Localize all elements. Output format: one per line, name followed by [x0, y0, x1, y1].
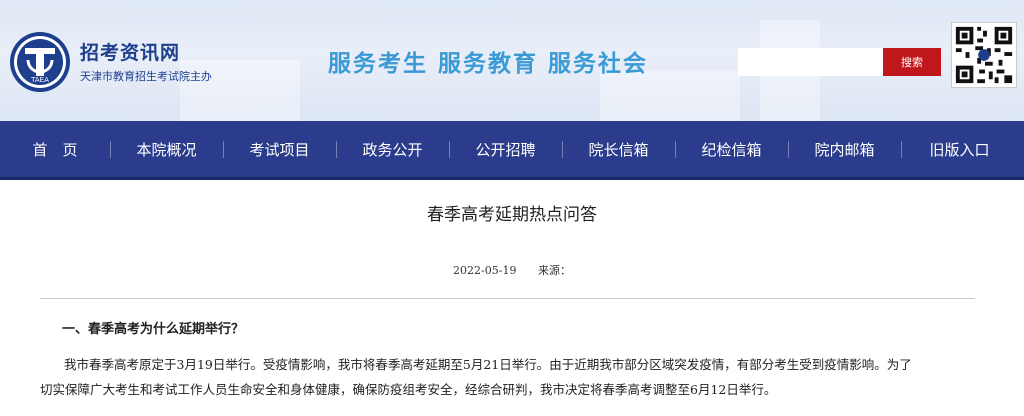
nav-item-about[interactable]: 本院概况 — [110, 120, 223, 179]
answer-paragraph: 我市春季高考原定于3月19日举行。受疫情影响，我市将春季高考延期至5月21日举行… — [40, 352, 985, 402]
nav-item-public-affairs[interactable]: 政务公开 — [336, 120, 449, 179]
nav-item-exams[interactable]: 考试项目 — [223, 120, 336, 179]
article-meta: 2022-05-19 来源： — [0, 262, 1024, 278]
logo-text: TAEA — [30, 76, 49, 84]
nav-item-home[interactable]: 首 页 — [0, 120, 110, 179]
question-heading: 一、春季高考为什么延期举行？ — [62, 322, 245, 337]
article-title: 春季高考延期热点问答 — [427, 205, 597, 225]
divider — [40, 298, 975, 299]
site-header: TAEA 招考资讯网 天津市教育招生考试院主办 服务考生 服务教育 服务社会 搜… — [0, 0, 1024, 121]
nav-item-internal-mail[interactable]: 院内邮箱 — [788, 120, 901, 179]
nav-item-recruitment[interactable]: 公开招聘 — [449, 120, 562, 179]
qr-code-icon — [951, 22, 1017, 88]
slogan: 服务考生 服务教育 服务社会 — [328, 50, 649, 77]
taea-logo-icon[interactable]: TAEA — [8, 30, 72, 94]
nav-item-discipline-mailbox[interactable]: 纪检信箱 — [675, 120, 788, 179]
paragraph-line: 我市春季高考原定于3月19日举行。受疫情影响，我市将春季高考延期至5月21日举行… — [64, 357, 912, 372]
nav-item-old-version[interactable]: 旧版入口 — [901, 120, 1018, 179]
nav-item-president-mailbox[interactable]: 院长信箱 — [562, 120, 675, 179]
paragraph-line: 切实保障广大考生和考试工作人员生命安全和身体健康，确保防疫组考安全，经综合研判，… — [40, 382, 777, 397]
search-button[interactable]: 搜索 — [883, 48, 941, 76]
site-organizer: 天津市教育招生考试院主办 — [80, 70, 212, 83]
site-name[interactable]: 招考资讯网 — [80, 38, 212, 65]
main-nav: 首 页 本院概况 考试项目 政务公开 公开招聘 院长信箱 纪检信箱 院内邮箱 旧… — [0, 121, 1024, 180]
article-date: 2022-05-19 — [453, 264, 517, 277]
article-source-label: 来源： — [537, 264, 571, 277]
brand[interactable]: 招考资讯网 天津市教育招生考试院主办 — [80, 38, 212, 84]
search-input[interactable] — [738, 48, 883, 76]
